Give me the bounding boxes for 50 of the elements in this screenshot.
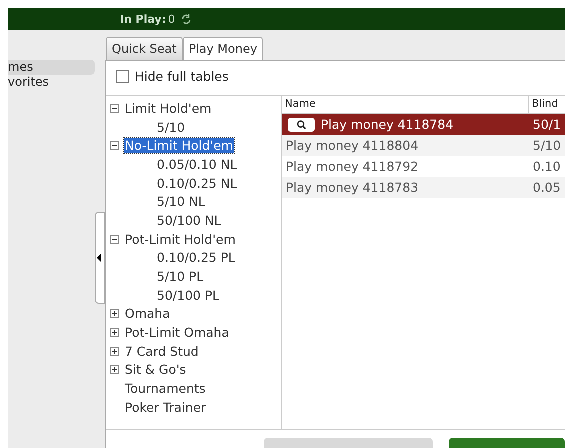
checkbox[interactable] — [116, 70, 129, 82]
tree-item[interactable]: Sit & Go's — [124, 362, 188, 378]
collapse-icon[interactable] — [110, 234, 119, 244]
tree-item[interactable]: Pot-Limit Hold'em — [124, 232, 237, 247]
tab[interactable]: Quick Seat — [106, 37, 183, 60]
table-blinds: 50/1 — [533, 117, 562, 132]
table-row[interactable]: Play money 4118804 5/10 — [282, 135, 565, 156]
tree-item[interactable]: No-Limit Hold'em — [124, 138, 234, 154]
table-row[interactable]: Play money 4118792 0.10 — [282, 156, 565, 177]
expand-icon[interactable] — [110, 365, 119, 374]
tree-item[interactable]: 50/100 NL — [156, 212, 222, 228]
refresh-icon[interactable] — [181, 14, 192, 24]
collapse-arrow-icon — [97, 254, 101, 262]
in-play-label: In Play: — [120, 12, 166, 26]
collapse-icon[interactable] — [110, 141, 119, 150]
tree-item[interactable]: 7 Card Stud — [124, 344, 200, 359]
tree-item[interactable]: Poker Trainer — [124, 400, 208, 415]
table-name: Play money 4118792 — [286, 159, 419, 174]
tree-item[interactable]: Omaha — [124, 306, 172, 322]
table-blinds: 5/10 — [533, 138, 562, 153]
expand-icon[interactable] — [110, 328, 119, 338]
table-blinds: 0.10 — [533, 159, 562, 174]
table-row[interactable]: Play money 4118783 0.05 — [282, 177, 565, 198]
tree-item[interactable]: Limit Hold'em — [124, 100, 213, 116]
tree-item[interactable]: 5/10 NL — [156, 194, 206, 210]
checkbox-label: Hide full tables — [135, 68, 229, 84]
tab[interactable]: Play Money — [182, 37, 264, 62]
column-header[interactable]: Blind — [529, 96, 565, 113]
expand-icon[interactable] — [110, 309, 119, 318]
tree-item[interactable]: 5/10 — [156, 120, 186, 135]
sidebar-item[interactable]: vorites — [8, 75, 95, 90]
tree-item[interactable]: Tournaments — [124, 381, 207, 396]
table-name: Play money 4118783 — [286, 180, 419, 195]
tree-item[interactable]: 0.10/0.25 PL — [156, 250, 236, 266]
search-icon[interactable] — [288, 118, 315, 132]
tree-item[interactable]: 50/100 PL — [156, 288, 220, 303]
collapse-icon[interactable] — [110, 104, 119, 113]
sidebar-item[interactable]: mes — [8, 60, 95, 75]
tree-item[interactable]: 0.05/0.10 NL — [156, 156, 238, 172]
table-name: Play money 4118804 — [286, 138, 419, 153]
table-blinds: 0.05 — [533, 180, 562, 195]
tree-item[interactable]: 0.10/0.25 NL — [156, 176, 238, 191]
collapse-handle[interactable] — [95, 212, 105, 304]
table-name: Play money 4118784 — [321, 117, 454, 132]
tree-item[interactable]: Pot-Limit Omaha — [124, 325, 230, 340]
tree-item[interactable]: 5/10 PL — [156, 269, 205, 284]
table-row[interactable]: Play money 4118784 50/1 — [282, 114, 565, 135]
expand-icon[interactable] — [110, 346, 119, 356]
in-play-count: 0 — [168, 12, 176, 26]
column-header[interactable]: Name — [282, 96, 529, 113]
